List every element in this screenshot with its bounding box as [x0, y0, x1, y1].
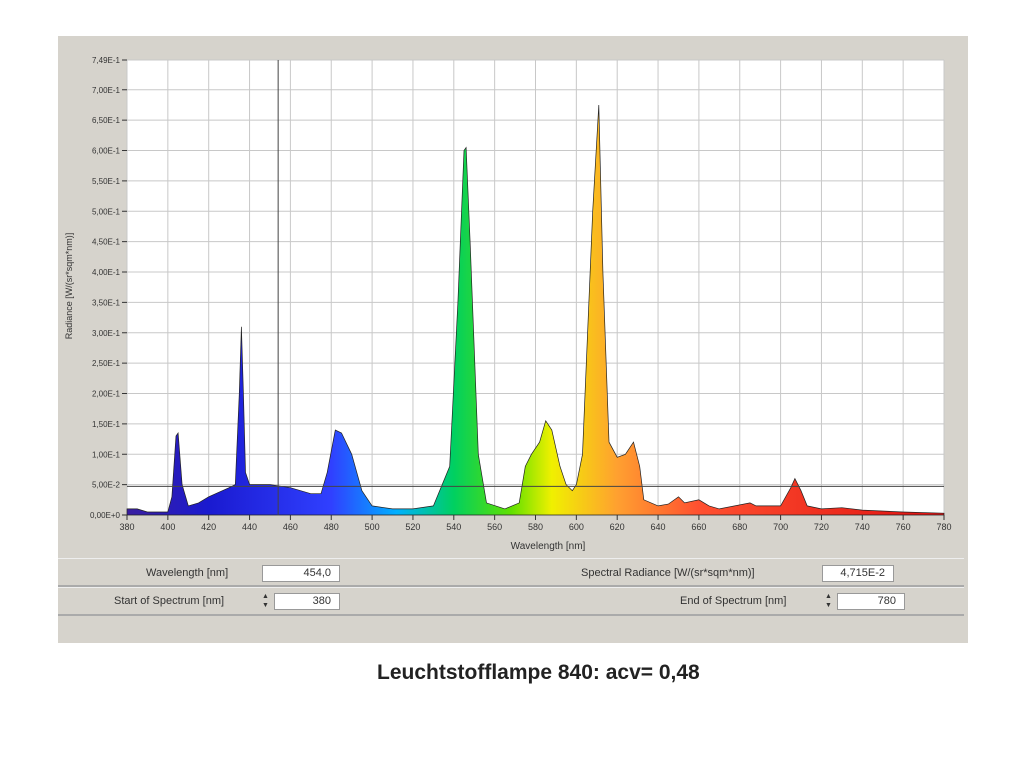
caption: Leuchtstofflampe 840: acv= 0,48 — [377, 661, 700, 684]
x-tick-label: 560 — [487, 522, 502, 532]
x-tick-label: 720 — [814, 522, 829, 532]
y-tick-label: 7,49E-1 — [92, 56, 121, 65]
x-tick-label: 520 — [405, 522, 420, 532]
y-tick-label: 0,00E+0 — [90, 511, 121, 520]
x-tick-label: 600 — [569, 522, 584, 532]
y-tick-label: 4,00E-1 — [92, 268, 121, 277]
wavelength-label: Wavelength [nm] — [146, 567, 229, 579]
end-spinner[interactable]: ▲ ▼ — [824, 592, 833, 610]
x-tick-label: 740 — [855, 522, 870, 532]
y-tick-label: 2,00E-1 — [92, 390, 121, 399]
x-tick-label: 640 — [651, 522, 666, 532]
y-tick-label: 5,00E-1 — [92, 207, 121, 216]
x-tick-label: 460 — [283, 522, 298, 532]
spectral-radiance-field[interactable]: 4,715E-2 — [822, 565, 894, 582]
spectrum-chart: 380 400 420 440 460 480 500 520 540 560 580 600 620 6… — [64, 56, 952, 552]
end-of-spectrum-field[interactable]: 780 — [837, 593, 905, 610]
x-tick-label: 780 — [936, 522, 951, 532]
y-tick-label: 2,50E-1 — [92, 359, 121, 368]
x-axis-label: Wavelength [nm] — [511, 541, 586, 552]
y-tick-label: 1,50E-1 — [92, 420, 121, 429]
wavelength-field[interactable]: 454,0 — [262, 565, 340, 582]
x-tick-label: 400 — [160, 522, 175, 532]
x-tick-label: 580 — [528, 522, 543, 532]
y-tick-label: 5,50E-1 — [92, 177, 121, 186]
x-tick-label: 440 — [242, 522, 257, 532]
start-of-spectrum-label: Start of Spectrum [nm] — [114, 595, 225, 607]
x-tick-label: 620 — [610, 522, 625, 532]
spectrum-panel: 380 400 420 440 460 480 500 520 540 560 580 600 620 6… — [58, 36, 968, 643]
y-tick-label: 4,50E-1 — [92, 238, 121, 247]
x-tick-label: 500 — [365, 522, 380, 532]
x-tick-label: 380 — [119, 522, 134, 532]
x-tick-label: 480 — [324, 522, 339, 532]
y-tick-label: 7,00E-1 — [92, 86, 121, 95]
start-spinner[interactable]: ▲ ▼ — [261, 592, 270, 610]
x-tick-label: 700 — [773, 522, 788, 532]
y-tick-label: 3,50E-1 — [92, 298, 121, 307]
y-tick-label: 1,00E-1 — [92, 450, 121, 459]
end-of-spectrum-label: End of Spectrum [nm] — [680, 595, 787, 607]
y-tick-label: 3,00E-1 — [92, 329, 121, 338]
y-axis-label: Radiance [W/(sr*sqm*nm)] — [64, 233, 74, 340]
start-of-spectrum-field[interactable]: 380 — [274, 593, 340, 610]
x-tick-label: 420 — [201, 522, 216, 532]
x-tick-label: 760 — [896, 522, 911, 532]
x-tick-label: 680 — [732, 522, 747, 532]
y-tick-label: 6,50E-1 — [92, 116, 121, 125]
y-tick-label: 5,00E-2 — [92, 481, 121, 490]
x-tick-label: 660 — [691, 522, 706, 532]
y-tick-label: 6,00E-1 — [92, 147, 121, 156]
spectral-radiance-label: Spectral Radiance [W/(sr*sqm*nm)] — [581, 567, 755, 579]
x-tick-label: 540 — [446, 522, 461, 532]
